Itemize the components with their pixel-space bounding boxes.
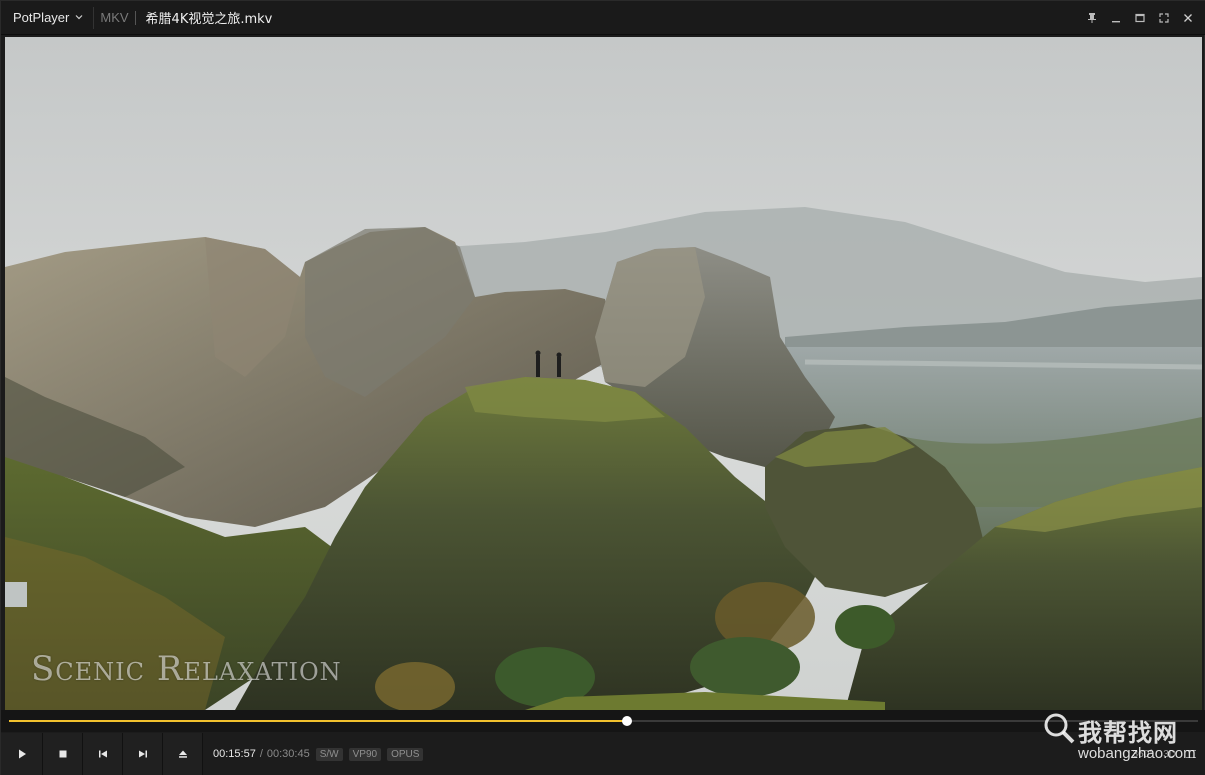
close-icon xyxy=(1184,14,1192,22)
pin-icon xyxy=(1088,13,1096,23)
stop-button[interactable] xyxy=(43,733,83,775)
fullscreen-icon xyxy=(1159,13,1169,23)
format-label: MKV xyxy=(100,10,129,25)
total-time: 00:30:45 xyxy=(266,748,310,760)
seek-progress xyxy=(9,720,628,722)
eject-icon xyxy=(178,750,187,758)
title-bar: PotPlayer MKV 希腊4K视觉之旅.mkv xyxy=(1,1,1205,35)
seek-bar[interactable] xyxy=(1,710,1205,732)
play-button[interactable] xyxy=(1,733,43,775)
potplayer-window: PotPlayer MKV 希腊4K视觉之旅.mkv Scenic Relaxa… xyxy=(0,0,1205,775)
seek-track xyxy=(9,716,1198,726)
menu-icon[interactable] xyxy=(1186,750,1196,758)
divider xyxy=(134,10,136,25)
time-separator: / xyxy=(259,748,263,760)
app-menu-button[interactable]: PotPlayer xyxy=(1,1,93,35)
vr360-button[interactable]: 360° xyxy=(1133,749,1154,760)
window-controls xyxy=(1080,1,1200,35)
control-bar: 00:15:57 / 00:30:45 S/W VP90 OPUS 360° 3… xyxy=(1,732,1205,775)
next-button[interactable] xyxy=(123,733,163,775)
minimize-button[interactable] xyxy=(1104,6,1128,30)
eject-button[interactable] xyxy=(163,733,203,775)
pin-button[interactable] xyxy=(1080,6,1104,30)
previous-icon xyxy=(98,750,107,758)
renderer-badge[interactable]: S/W xyxy=(315,747,343,761)
app-name: PotPlayer xyxy=(13,10,70,25)
video-overlay-text: Scenic Relaxation xyxy=(31,649,342,689)
restore-icon xyxy=(1135,13,1145,23)
video-codec-badge[interactable]: VP90 xyxy=(348,747,382,761)
close-button[interactable] xyxy=(1176,6,1200,30)
current-time: 00:15:57 xyxy=(213,748,256,760)
restore-button[interactable] xyxy=(1128,6,1152,30)
seek-handle[interactable] xyxy=(622,716,633,726)
next-icon xyxy=(138,750,147,758)
video-area[interactable]: Scenic Relaxation xyxy=(5,37,1202,710)
minimize-icon xyxy=(1112,21,1120,23)
3d-button[interactable]: 3D xyxy=(1163,749,1176,760)
fullscreen-button[interactable] xyxy=(1152,6,1176,30)
previous-button[interactable] xyxy=(83,733,123,775)
file-name: 希腊4K视觉之旅.mkv xyxy=(145,12,273,27)
video-frame xyxy=(5,37,1202,710)
stop-icon xyxy=(59,750,66,758)
right-controls: 360° 3D xyxy=(1133,732,1196,775)
time-display: 00:15:57 / 00:30:45 S/W VP90 OPUS xyxy=(213,747,424,761)
chevron-down-icon xyxy=(75,14,83,19)
audio-codec-badge[interactable]: OPUS xyxy=(387,747,424,761)
play-icon xyxy=(18,749,26,759)
